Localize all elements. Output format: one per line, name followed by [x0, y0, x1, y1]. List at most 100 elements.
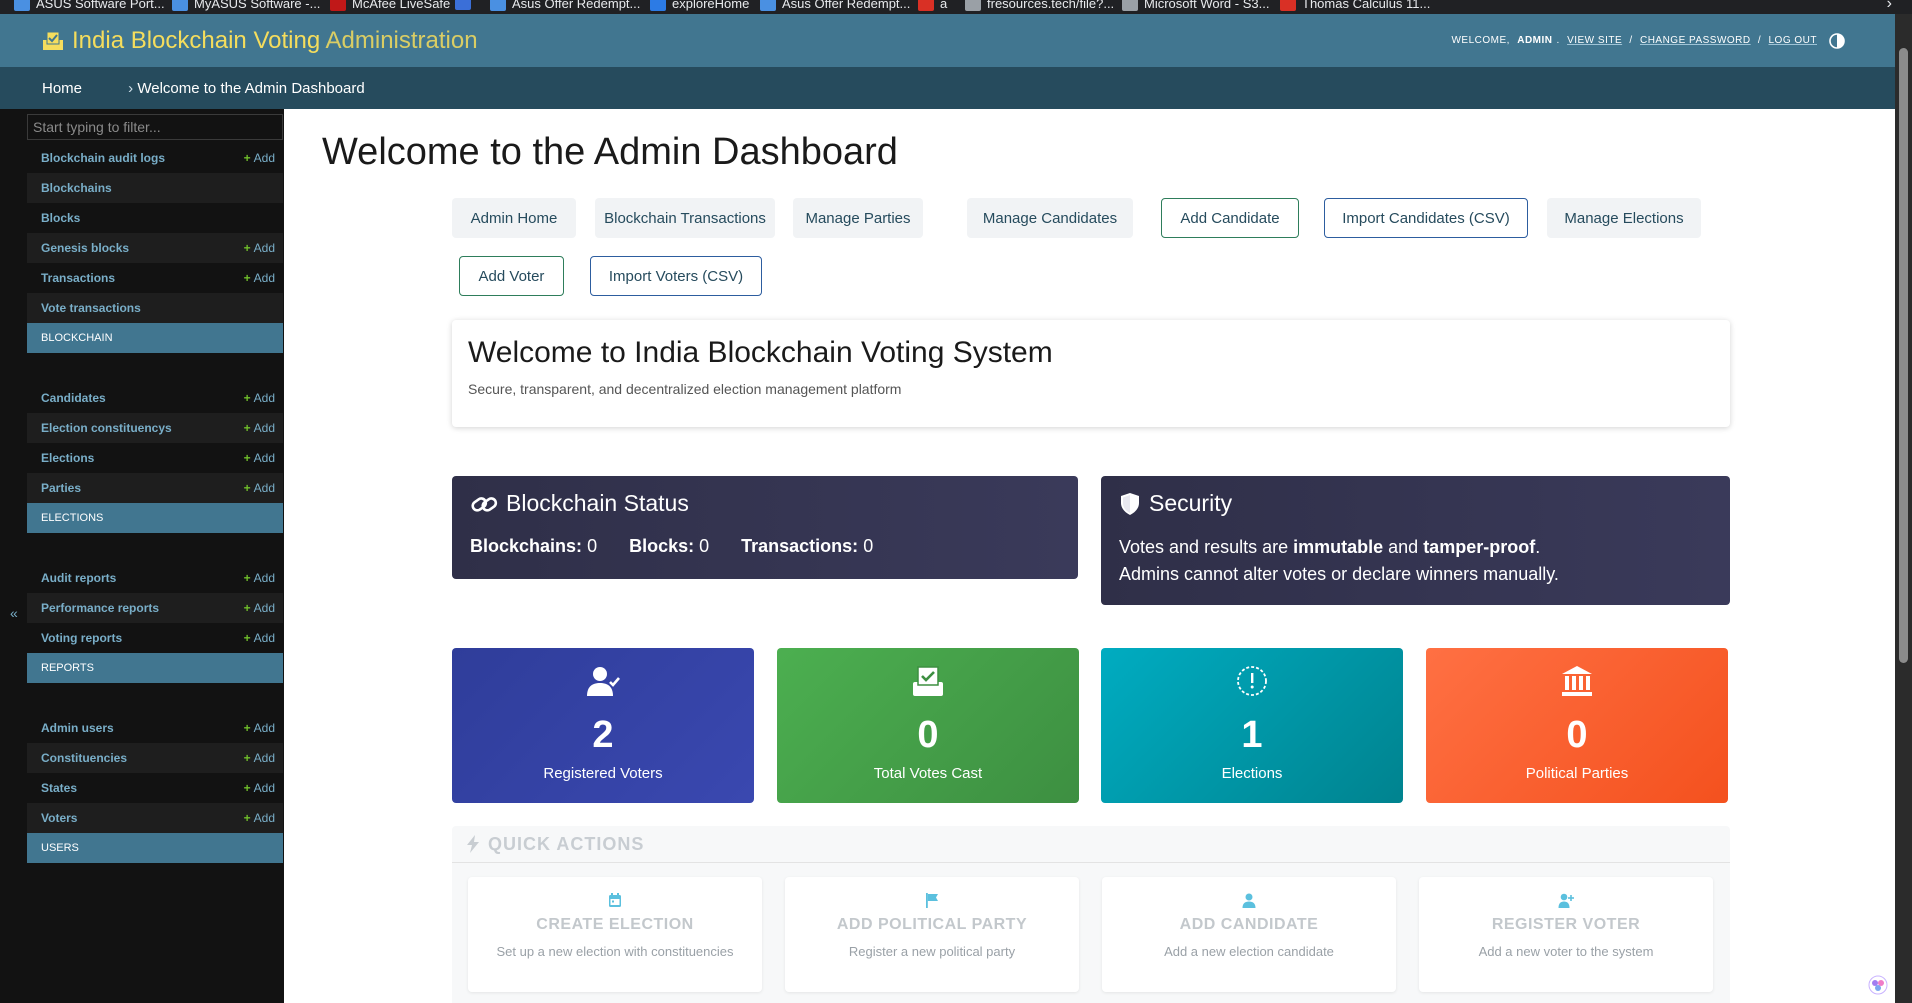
- theme-toggle-icon[interactable]: [1829, 32, 1845, 49]
- add-voter-button[interactable]: Add Voter: [459, 256, 564, 296]
- bookmark-item[interactable]: exploreHome: [650, 0, 749, 11]
- globe-icon: [1122, 0, 1138, 11]
- add-link[interactable]: + Add: [244, 751, 275, 765]
- sidebar-item-audit-reports[interactable]: Audit reports + Add: [27, 563, 283, 593]
- sidebar-item-blocks[interactable]: Blocks: [27, 203, 283, 233]
- bookmark-item[interactable]: Microsoft Word - S3...: [1122, 0, 1269, 11]
- admin-home-button[interactable]: Admin Home: [452, 198, 576, 238]
- bookmark-item[interactable]: [455, 0, 471, 10]
- add-link[interactable]: + Add: [244, 781, 275, 795]
- app-caption-elections[interactable]: Elections: [27, 503, 283, 533]
- add-link[interactable]: + Add: [244, 271, 275, 285]
- site-title-suffix: Administration: [320, 26, 478, 54]
- app-caption-users[interactable]: Users: [27, 833, 283, 863]
- quick-action-add-political-party[interactable]: ADD POLITICAL PARTY Register a new polit…: [785, 877, 1079, 992]
- sidebar-item-admin-users[interactable]: Admin users + Add: [27, 713, 283, 743]
- view-site-link[interactable]: View site: [1567, 35, 1622, 46]
- breadcrumb-home-link[interactable]: Home: [42, 80, 82, 97]
- change-password-link[interactable]: Change password: [1640, 35, 1751, 46]
- add-link[interactable]: + Add: [244, 421, 275, 435]
- quick-action-create-election[interactable]: CREATE ELECTION Set up a new election wi…: [468, 877, 762, 992]
- app-caption-reports[interactable]: Reports: [27, 653, 283, 683]
- app-section-reports: Audit reports + Add Performance reports + Ad…: [27, 563, 283, 683]
- nav-filter-input[interactable]: [27, 114, 283, 140]
- stat-label: Registered Voters: [543, 765, 663, 782]
- sidebar-item-blockchains[interactable]: Blockchains: [27, 173, 283, 203]
- landmark-icon: [1562, 666, 1592, 696]
- stat-value: 0: [1566, 714, 1588, 756]
- manage-elections-button[interactable]: Manage Elections: [1547, 198, 1701, 238]
- security-description: Votes and results are immutable and tamp…: [1119, 537, 1559, 584]
- bookmark-item[interactable]: a: [918, 0, 947, 11]
- manage-candidates-button[interactable]: Manage Candidates: [967, 198, 1133, 238]
- plus-icon: +: [243, 721, 251, 735]
- import-candidates-csv-button[interactable]: Import Candidates (CSV): [1324, 198, 1528, 238]
- manage-parties-button[interactable]: Manage Parties: [793, 198, 923, 238]
- sidebar-item-parties[interactable]: Parties + Add: [27, 473, 283, 503]
- sidebar-item-elections[interactable]: Elections + Add: [27, 443, 283, 473]
- add-candidate-button[interactable]: Add Candidate: [1161, 198, 1299, 238]
- add-link[interactable]: + Add: [244, 451, 275, 465]
- bookmark-item[interactable]: McAfee LiveSafe: [330, 0, 450, 11]
- add-link[interactable]: + Add: [244, 391, 275, 405]
- pdf-icon: [918, 0, 934, 11]
- sidebar-item-performance-reports[interactable]: Performance reports + Add: [27, 593, 283, 623]
- bookmark-item[interactable]: Asus Offer Redempt...: [760, 0, 910, 11]
- page-scrollbar[interactable]: [1895, 14, 1912, 1003]
- separator: /: [1626, 35, 1636, 46]
- main-content: Welcome to the Admin Dashboard Admin Hom…: [284, 109, 1895, 1003]
- plus-icon: +: [243, 451, 251, 465]
- sidebar-item-states[interactable]: States + Add: [27, 773, 283, 803]
- bookmark-item[interactable]: Thomas Calculus 11...: [1280, 0, 1430, 11]
- app-caption-blockchain[interactable]: Blockchain: [27, 323, 283, 353]
- sidebar-item-candidates[interactable]: Candidates + Add: [27, 383, 283, 413]
- pdf-icon: [1280, 0, 1296, 11]
- quick-action-register-voter[interactable]: REGISTER VOTER Add a new voter to the sy…: [1419, 877, 1713, 992]
- sidebar-item-blockchain-audit-logs[interactable]: Blockchain audit logs + Add: [27, 143, 283, 173]
- sidebar-item-transactions[interactable]: Transactions + Add: [27, 263, 283, 293]
- sidebar-item-election-constituencys[interactable]: Election constituencys + Add: [27, 413, 283, 443]
- bookmark-item[interactable]: Asus Offer Redempt...: [490, 0, 640, 11]
- breadcrumb: Home › Welcome to the Admin Dashboard: [0, 67, 1895, 109]
- sidebar-item-vote-transactions[interactable]: Vote transactions: [27, 293, 283, 323]
- add-link[interactable]: + Add: [244, 811, 275, 825]
- quick-action-desc: Add a new election candidate: [1164, 944, 1334, 959]
- log-out-link[interactable]: Log out: [1768, 35, 1817, 46]
- quick-action-title: ADD POLITICAL PARTY: [836, 916, 1028, 933]
- bookmarks-more-icon[interactable]: ›: [1887, 0, 1892, 13]
- bolt-icon: [467, 835, 479, 853]
- stat-value: 2: [592, 714, 614, 756]
- quick-action-add-candidate[interactable]: ADD CANDIDATE Add a new election candida…: [1102, 877, 1396, 992]
- bookmark-item[interactable]: MyASUS Software -...: [172, 0, 320, 11]
- plus-icon: +: [243, 571, 251, 585]
- sidebar-item-voting-reports[interactable]: Voting reports + Add: [27, 623, 283, 653]
- mcafee-icon: [330, 0, 346, 11]
- add-link[interactable]: + Add: [244, 151, 275, 165]
- site-branding[interactable]: India Blockchain Voting Administration: [42, 27, 478, 55]
- add-link[interactable]: + Add: [244, 481, 275, 495]
- extension-icon[interactable]: [1868, 975, 1888, 995]
- bookmark-item[interactable]: fresources.tech/file?...: [965, 0, 1114, 11]
- bookmark-item[interactable]: ASUS Software Port...: [14, 0, 165, 11]
- add-link[interactable]: + Add: [244, 601, 275, 615]
- sidebar-gutter: [0, 109, 27, 1003]
- quick-action-title: REGISTER VOTER: [1491, 916, 1641, 933]
- sidebar-item-voters[interactable]: Voters + Add: [27, 803, 283, 833]
- import-voters-csv-button[interactable]: Import Voters (CSV): [590, 256, 762, 296]
- username: admin: [1517, 35, 1553, 46]
- welcome-title: Welcome to India Blockchain Voting Syste…: [468, 336, 1053, 369]
- add-link[interactable]: + Add: [244, 241, 275, 255]
- welcome-card: Welcome to India Blockchain Voting Syste…: [452, 320, 1730, 427]
- sidebar-item-genesis-blocks[interactable]: Genesis blocks + Add: [27, 233, 283, 263]
- plus-icon: +: [243, 481, 251, 495]
- separator: /: [1754, 35, 1765, 46]
- scrollbar-thumb[interactable]: [1899, 48, 1908, 663]
- collapse-sidebar-button[interactable]: «: [10, 605, 18, 621]
- add-link[interactable]: + Add: [244, 721, 275, 735]
- sidebar-item-constituencies[interactable]: Constituencies + Add: [27, 743, 283, 773]
- quick-action-desc: Set up a new election with constituencie…: [496, 944, 734, 959]
- add-link[interactable]: + Add: [244, 571, 275, 585]
- asus-icon: [490, 0, 506, 11]
- blockchain-transactions-button[interactable]: Blockchain Transactions: [595, 198, 775, 238]
- add-link[interactable]: + Add: [244, 631, 275, 645]
